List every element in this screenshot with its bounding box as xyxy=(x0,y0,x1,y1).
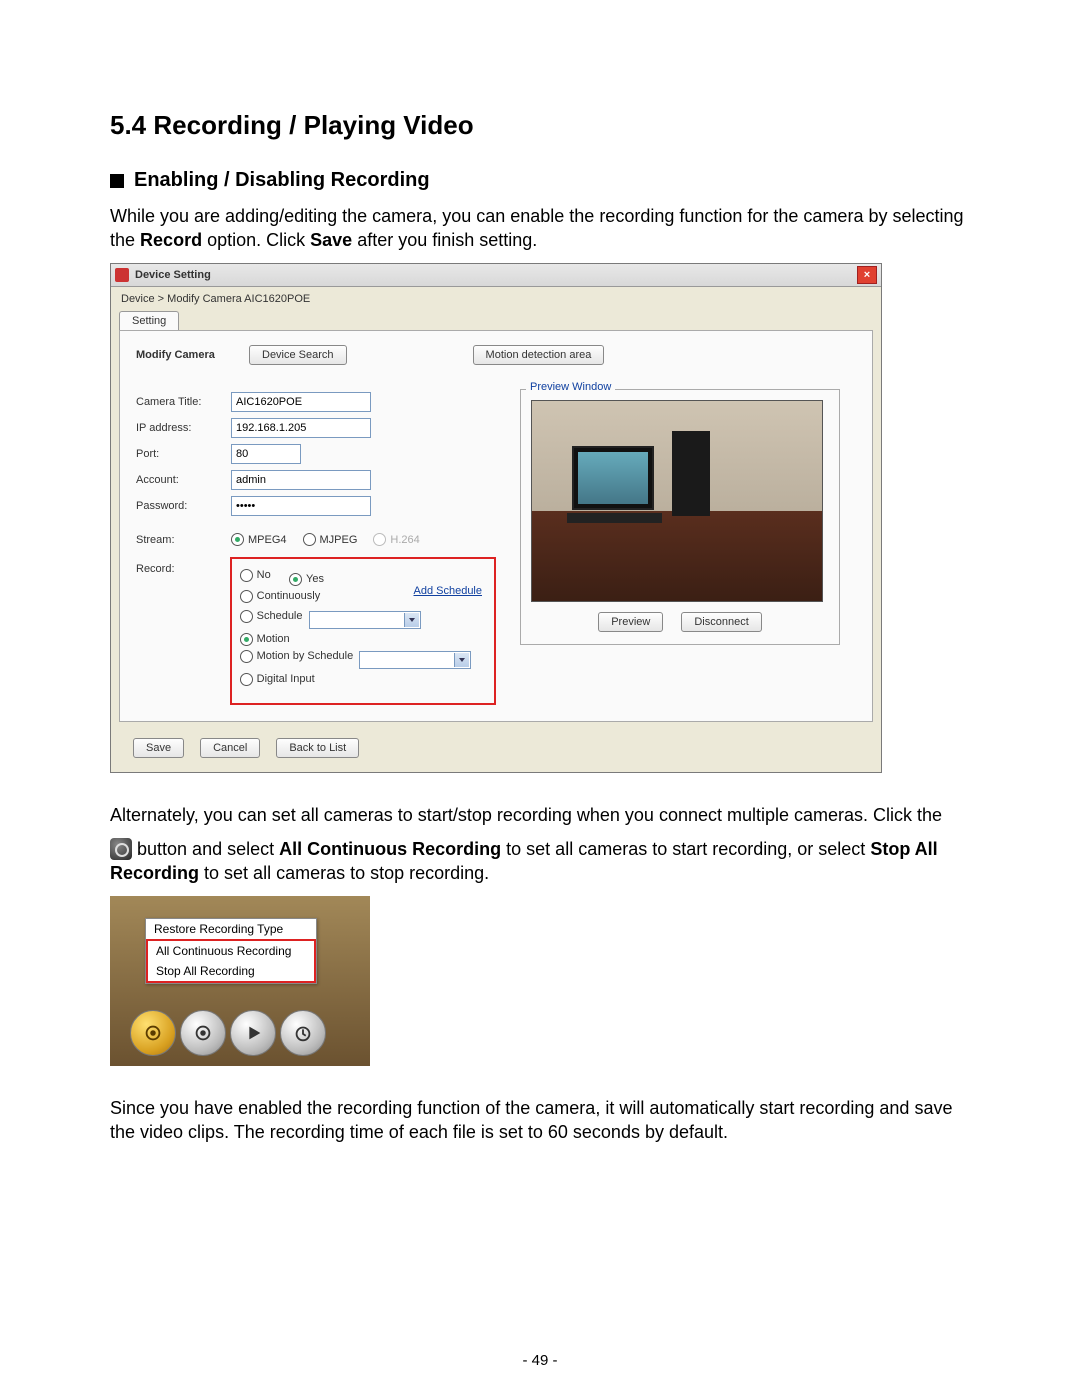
play-button-icon[interactable] xyxy=(230,1010,276,1056)
section-heading: 5.4 Recording / Playing Video xyxy=(110,110,970,141)
save-button[interactable]: Save xyxy=(133,738,184,758)
radio-h264: H.264 xyxy=(373,533,419,546)
ip-address-input[interactable] xyxy=(231,418,371,438)
menu-all-continuous-recording[interactable]: All Continuous Recording xyxy=(148,941,314,961)
square-bullet-icon xyxy=(110,174,124,188)
page-number: - 49 - xyxy=(0,1352,1080,1369)
tab-setting[interactable]: Setting xyxy=(119,311,179,330)
menu-restore-recording-type[interactable]: Restore Recording Type xyxy=(146,919,316,939)
record-label: Record: xyxy=(136,553,230,705)
radio-motion-by-schedule[interactable]: Motion by Schedule xyxy=(240,650,354,663)
menu-stop-all-recording[interactable]: Stop All Recording xyxy=(148,961,314,981)
schedule-combo[interactable] xyxy=(309,611,421,629)
preview-window-group: Preview Window Preview Disconnect xyxy=(520,389,840,705)
port-label: Port: xyxy=(136,448,231,460)
close-icon[interactable]: × xyxy=(857,266,877,284)
cancel-button[interactable]: Cancel xyxy=(200,738,260,758)
dialog-titlebar: Device Setting × xyxy=(111,264,881,287)
paragraph: Since you have enabled the recording fun… xyxy=(110,1096,970,1145)
radio-schedule[interactable]: Schedule xyxy=(240,610,303,623)
preview-window-label: Preview Window xyxy=(526,381,615,393)
add-schedule-link[interactable]: Add Schedule xyxy=(414,585,483,597)
back-to-list-button[interactable]: Back to List xyxy=(276,738,359,758)
radio-continuously[interactable]: Continuously xyxy=(240,590,321,603)
disconnect-button[interactable]: Disconnect xyxy=(681,612,761,632)
schedule-button-icon[interactable] xyxy=(280,1010,326,1056)
radio-motion[interactable]: Motion xyxy=(240,633,290,646)
paragraph: Alternately, you can set all cameras to … xyxy=(110,803,970,827)
record-toolbar-icon xyxy=(110,838,132,860)
ip-address-label: IP address: xyxy=(136,422,231,434)
radio-record-yes[interactable]: Yes xyxy=(289,573,324,586)
radio-mjpeg[interactable]: MJPEG xyxy=(303,533,358,546)
account-label: Account: xyxy=(136,474,231,486)
radio-record-no[interactable]: No xyxy=(240,569,271,582)
motion-schedule-combo[interactable] xyxy=(359,651,471,669)
record-button-icon[interactable] xyxy=(130,1010,176,1056)
camera-preview-image xyxy=(531,400,823,602)
toolbar-menu-screenshot: Restore Recording Type All Continuous Re… xyxy=(110,896,370,1066)
radio-digital-input[interactable]: Digital Input xyxy=(240,673,315,686)
password-input[interactable] xyxy=(231,496,371,516)
paragraph: button and select All Continuous Recordi… xyxy=(110,837,970,886)
dialog-title: Device Setting xyxy=(135,269,211,281)
motion-detection-area-button[interactable]: Motion detection area xyxy=(473,345,605,365)
paragraph: While you are adding/editing the camera,… xyxy=(110,204,970,253)
stream-radios: MPEG4 MJPEG H.264 xyxy=(231,533,420,546)
record-context-menu: Restore Recording Type All Continuous Re… xyxy=(145,918,317,984)
view-button-icon[interactable] xyxy=(180,1010,226,1056)
modify-camera-label: Modify Camera xyxy=(136,349,231,361)
camera-title-label: Camera Title: xyxy=(136,396,231,408)
stream-label: Stream: xyxy=(136,534,231,546)
record-options-highlight: No Yes Add Schedule Continuously Schedul… xyxy=(230,557,496,705)
radio-mpeg4[interactable]: MPEG4 xyxy=(231,533,287,546)
preview-button[interactable]: Preview xyxy=(598,612,663,632)
password-label: Password: xyxy=(136,500,231,512)
subsection-heading: Enabling / Disabling Recording xyxy=(110,169,970,192)
device-search-button[interactable]: Device Search xyxy=(249,345,347,365)
camera-title-input[interactable] xyxy=(231,392,371,412)
breadcrumb: Device > Modify Camera AIC1620POE xyxy=(111,287,881,311)
device-setting-dialog: Device Setting × Device > Modify Camera … xyxy=(110,263,882,773)
account-input[interactable] xyxy=(231,470,371,490)
app-icon xyxy=(115,268,129,282)
port-input[interactable] xyxy=(231,444,301,464)
